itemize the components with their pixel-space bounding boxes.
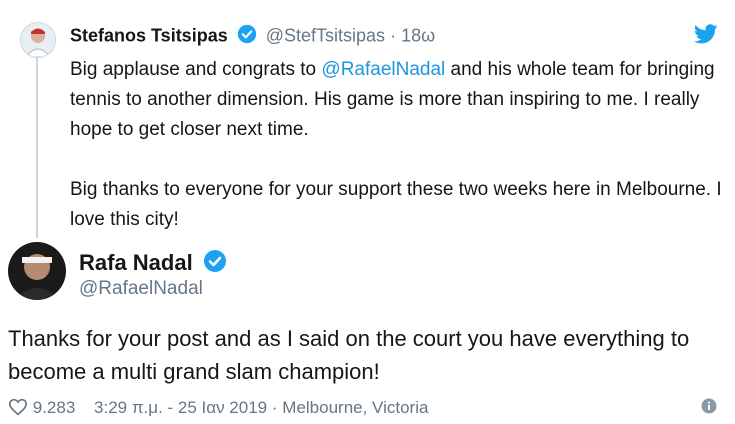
quoted-tweet-body: Big applause and congrats to @RafaelNada… — [70, 55, 725, 235]
twitter-bird-icon[interactable] — [693, 22, 719, 46]
author-name[interactable]: Stefanos Tsitsipas — [70, 25, 228, 45]
reply-author-handle[interactable]: @RafaelNadal — [79, 278, 203, 300]
quoted-tweet-paragraph-2: Big thanks to everyone for your support … — [70, 179, 722, 230]
separator: · — [271, 398, 278, 417]
mention-link[interactable]: @RafaelNadal — [321, 59, 445, 80]
heart-icon — [8, 398, 28, 421]
like-count: 9.283 — [32, 398, 76, 417]
reply-footer: 9.283 3:29 π.μ. - 25 Ιαν 2019 · Melbourn… — [8, 398, 428, 421]
tsitsipas-avatar[interactable] — [20, 22, 56, 58]
thread-connector-line — [36, 58, 38, 238]
tweet-location[interactable]: Melbourne, Victoria — [282, 398, 428, 417]
reply-tweet-text: Thanks for your post and as I said on th… — [8, 326, 690, 384]
author-handle[interactable]: @StefTsitsipas — [266, 25, 385, 45]
tweet-timestamp[interactable]: 3:29 π.μ. - 25 Ιαν 2019 — [94, 398, 267, 417]
verified-badge-icon — [237, 24, 257, 49]
reply-author-name[interactable]: Rafa Nadal — [79, 250, 193, 275]
info-icon[interactable] — [701, 398, 717, 414]
reply-author-line: Rafa Nadal — [79, 249, 227, 279]
quoted-tweet-header: Stefanos Tsitsipas @StefTsitsipas · 18ω — [70, 24, 435, 49]
quoted-tweet-paragraph-1: Big applause and congrats to @RafaelNada… — [70, 59, 715, 140]
verified-badge-icon — [203, 249, 227, 279]
separator: · — [390, 25, 397, 46]
nadal-avatar[interactable] — [8, 242, 66, 300]
like-button[interactable]: 9.283 — [8, 398, 80, 417]
tweet-time[interactable]: 18ω — [401, 25, 435, 45]
